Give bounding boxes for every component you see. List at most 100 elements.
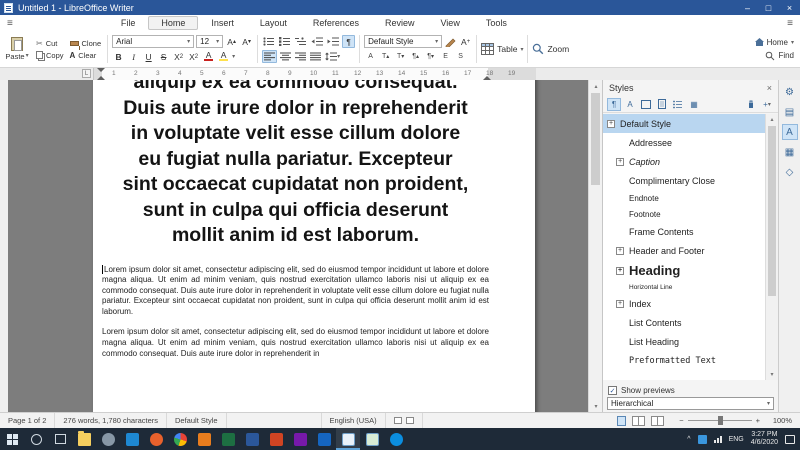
scrollbar-thumb[interactable]	[591, 93, 600, 185]
expand-icon[interactable]: +	[616, 267, 624, 275]
taskbar-app-excel[interactable]	[216, 428, 240, 450]
show-previews-checkbox[interactable]: ✓	[608, 386, 617, 395]
font-size-select[interactable]: 12▾	[196, 35, 223, 48]
sidebar-settings-icon[interactable]: ⚙	[782, 84, 798, 100]
section-tool-icon[interactable]: S	[454, 50, 467, 63]
document-canvas[interactable]: aliquip ex ea commodo consequat.Duis aut…	[0, 80, 602, 412]
page-styles-icon[interactable]	[655, 98, 669, 111]
decrease-indent-button[interactable]	[310, 35, 324, 48]
maximize-button[interactable]: □	[758, 0, 779, 15]
table-styles-icon[interactable]: ▦	[687, 98, 701, 111]
subscript-button[interactable]: X2	[172, 50, 185, 63]
scrollbar-thumb[interactable]	[768, 126, 776, 296]
menu-tab-home[interactable]: Home	[148, 16, 198, 30]
tray-app-icon[interactable]	[698, 435, 707, 444]
show-hidden-icons-button[interactable]: ^	[687, 436, 690, 443]
style-item-preformatted-text[interactable]: Preformatted Text	[603, 351, 766, 370]
expand-icon[interactable]: +	[616, 247, 624, 255]
menu-tab-references[interactable]: References	[300, 16, 372, 30]
list-styles-icon[interactable]	[671, 98, 685, 111]
taskbar-app-libreoffice-writer[interactable]	[336, 428, 360, 450]
style-item-list-contents[interactable]: List Contents	[603, 313, 766, 332]
network-icon[interactable]	[714, 436, 722, 443]
menu-tab-layout[interactable]: Layout	[247, 16, 300, 30]
close-panel-icon[interactable]: ×	[767, 83, 772, 93]
style-filter-select[interactable]: Hierarchical ▾	[607, 397, 774, 410]
increase-spacing-button[interactable]: T▴	[379, 50, 392, 63]
page-style-status[interactable]: Default Style	[167, 413, 227, 428]
taskbar-app-onenote[interactable]	[288, 428, 312, 450]
space-above-paragraph-button[interactable]: ¶▴	[409, 50, 422, 63]
document-vertical-scrollbar[interactable]: ▴ ▾	[588, 80, 602, 412]
font-name-select[interactable]: Arial▾	[112, 35, 194, 48]
new-style-from-selection-icon[interactable]: +▾	[760, 98, 774, 111]
style-item-horizontal-line[interactable]: Horizontal Line	[603, 281, 766, 294]
style-item-list-heading[interactable]: List Heading	[603, 332, 766, 351]
chevron-down-icon[interactable]: ▾	[232, 53, 235, 60]
zoom-percentage[interactable]: 100%	[766, 416, 800, 425]
align-right-button[interactable]	[294, 50, 307, 63]
text-language-status[interactable]: English (USA)	[322, 413, 386, 428]
taskbar-app-outlook[interactable]	[312, 428, 336, 450]
new-style-button[interactable]: A+	[459, 35, 472, 48]
font-color-button[interactable]: A	[202, 50, 215, 63]
align-center-button[interactable]	[279, 50, 292, 63]
clone-formatting-button[interactable]: Clone	[68, 39, 104, 48]
style-item-caption[interactable]: +Caption	[603, 152, 766, 171]
formatting-marks-button[interactable]: ¶	[342, 35, 355, 48]
decrease-spacing-button[interactable]: T▾	[394, 50, 407, 63]
frame-styles-icon[interactable]	[639, 98, 653, 111]
line-spacing-button[interactable]: ▾	[324, 50, 341, 63]
styles-scrollbar[interactable]: ▴ ▾	[765, 114, 778, 380]
grow-font-button[interactable]: A▴	[225, 35, 238, 48]
page-number-status[interactable]: Page 1 of 2	[0, 413, 55, 428]
taskbar-app-file-explorer[interactable]	[72, 428, 96, 450]
menu-tab-tools[interactable]: Tools	[473, 16, 520, 30]
increase-indent-button[interactable]	[326, 35, 340, 48]
superscript-button[interactable]: X2	[187, 50, 200, 63]
scroll-up-icon[interactable]: ▴	[589, 80, 602, 92]
expand-icon[interactable]: +	[616, 158, 624, 166]
style-item-index[interactable]: +Index	[603, 294, 766, 313]
cut-button[interactable]: ✂ Cut	[34, 39, 66, 48]
horizontal-ruler[interactable]: L 12345678910111213141516171819	[0, 68, 800, 80]
update-style-button[interactable]	[444, 35, 457, 48]
taskbar-app-word[interactable]	[240, 428, 264, 450]
taskbar-app-chrome[interactable]	[168, 428, 192, 450]
menu-tab-insert[interactable]: Insert	[198, 16, 247, 30]
taskbar-app-powerpoint[interactable]	[264, 428, 288, 450]
tab-stop-selector[interactable]: L	[82, 69, 91, 78]
first-line-indent-marker[interactable]	[97, 68, 105, 72]
expand-icon[interactable]: +	[616, 300, 624, 308]
numbered-list-button[interactable]	[278, 35, 292, 48]
style-item-header-and-footer[interactable]: +Header and Footer	[603, 241, 766, 260]
menu-toggle-icon[interactable]: ≡	[0, 18, 20, 29]
navigator-icon[interactable]: ◇	[782, 164, 798, 180]
book-view-icon[interactable]	[651, 416, 664, 426]
italic-button[interactable]: I	[127, 50, 140, 63]
copy-button[interactable]: Copy	[34, 51, 66, 60]
style-item-complimentary-close[interactable]: Complimentary Close	[603, 171, 766, 190]
zoom-slider[interactable]: − +	[673, 416, 766, 425]
zoom-out-icon[interactable]: −	[679, 416, 683, 425]
outline-list-button[interactable]	[294, 35, 308, 48]
bullet-list-button[interactable]	[262, 35, 276, 48]
style-item-default-style[interactable]: +Default Style	[603, 114, 766, 133]
style-item-endnote[interactable]: Endnote	[603, 190, 766, 206]
document-modified-icon[interactable]	[406, 417, 414, 424]
zoom-in-icon[interactable]: +	[756, 416, 760, 425]
style-item-frame-contents[interactable]: Frame Contents	[603, 222, 766, 241]
paste-button[interactable]: Paste▾	[2, 37, 32, 61]
close-button[interactable]: ×	[779, 0, 800, 15]
taskbar-app-microsoft-store[interactable]	[120, 428, 144, 450]
selection-mode-status[interactable]	[386, 413, 423, 428]
endnote-tool-icon[interactable]: E	[439, 50, 452, 63]
scroll-down-icon[interactable]: ▾	[766, 369, 778, 380]
shrink-font-button[interactable]: A▾	[240, 35, 253, 48]
word-count-status[interactable]: 276 words, 1,780 characters	[55, 413, 167, 428]
style-item-heading[interactable]: +Heading	[603, 260, 766, 281]
clock[interactable]: 3:27 PM 4/6/2020	[751, 431, 778, 448]
gallery-icon[interactable]: ▦	[782, 144, 798, 160]
justify-button[interactable]	[309, 50, 322, 63]
scroll-down-icon[interactable]: ▾	[589, 400, 602, 412]
